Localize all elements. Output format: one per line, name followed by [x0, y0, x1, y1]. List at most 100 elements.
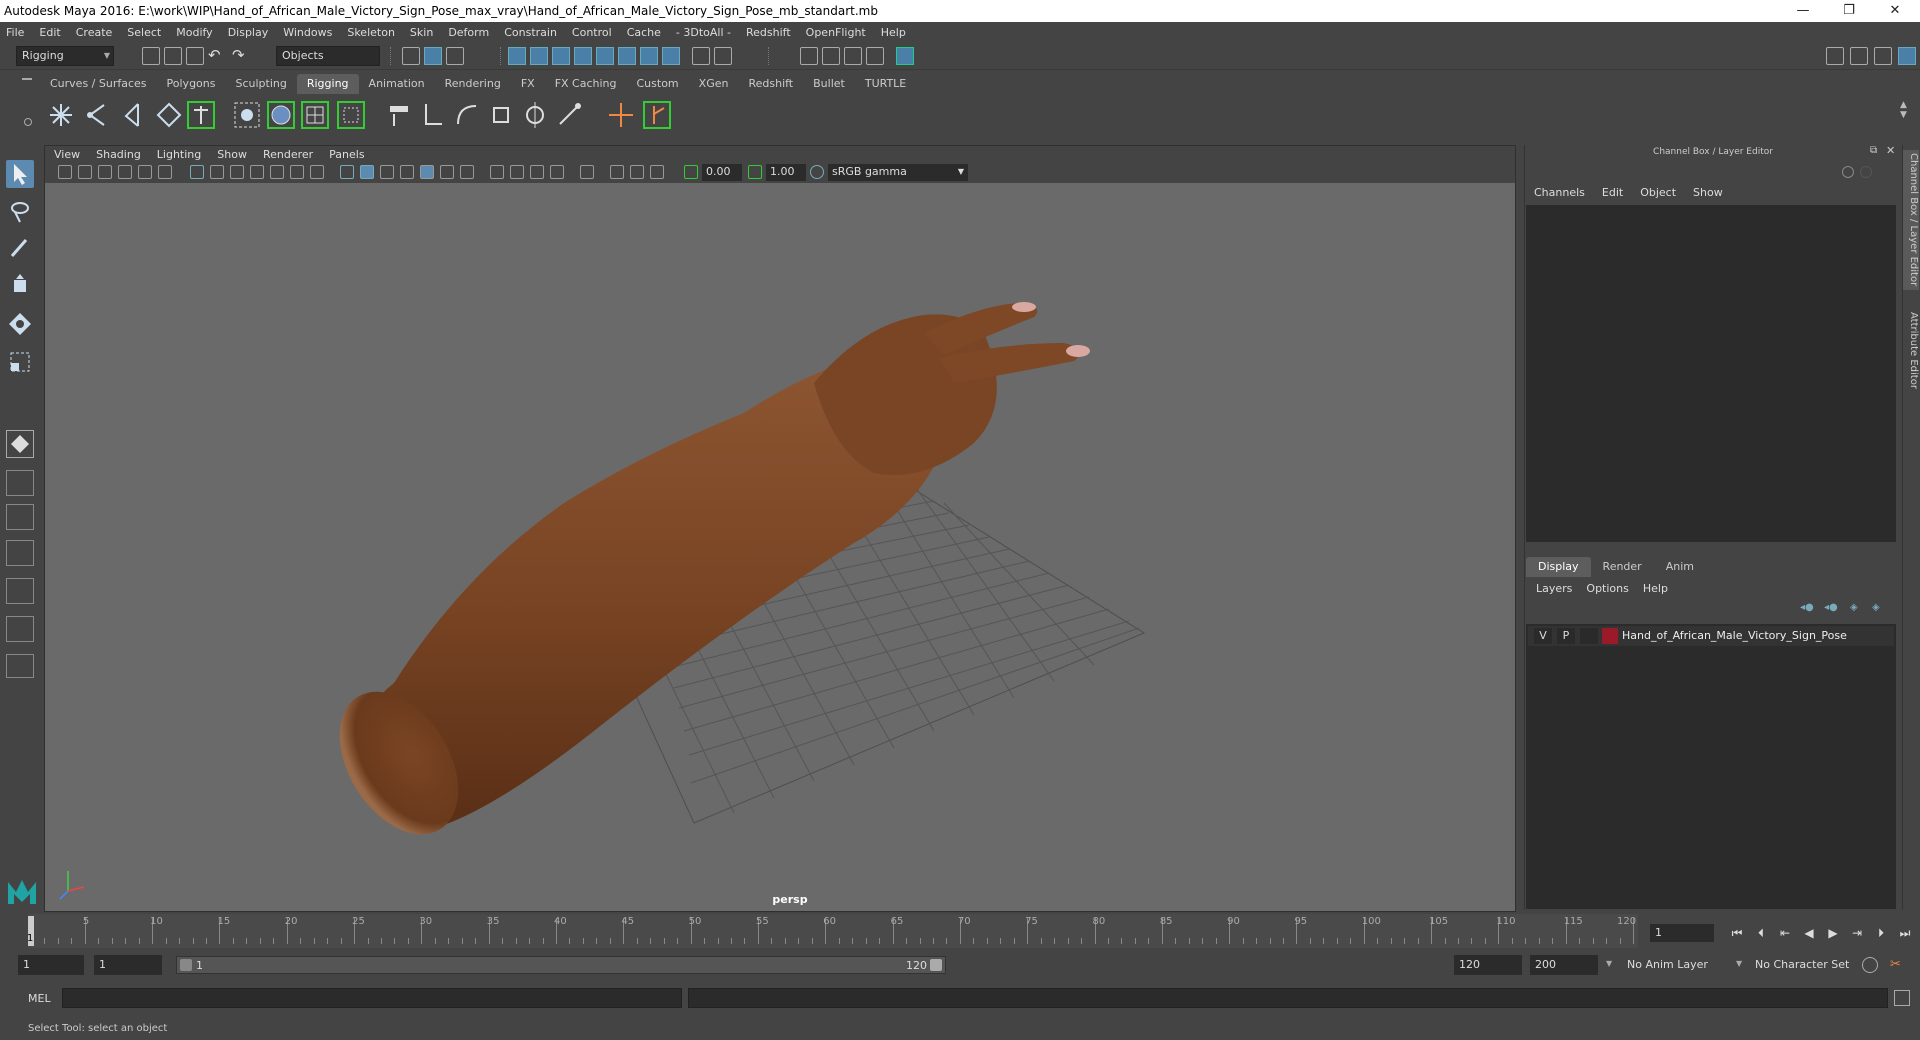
- xray-active-icon[interactable]: [630, 165, 644, 179]
- shelf-tab-rigging[interactable]: Rigging: [296, 74, 359, 94]
- shelf-tab-xgen[interactable]: XGen: [689, 74, 739, 94]
- shelf-tab-custom[interactable]: Custom: [627, 74, 689, 94]
- playback-start-field[interactable]: 1: [94, 955, 162, 975]
- perspective-viewport[interactable]: [44, 183, 1516, 911]
- motion-blur-icon[interactable]: [510, 165, 524, 179]
- menu-redshift[interactable]: Redshift: [746, 26, 791, 39]
- ik-spline-icon[interactable]: [118, 100, 148, 130]
- shadows-icon[interactable]: [440, 165, 454, 179]
- viewport-menu-view[interactable]: View: [54, 148, 80, 161]
- menu-deform[interactable]: Deform: [448, 26, 489, 39]
- pole-vector-icon[interactable]: [554, 100, 584, 130]
- single-perspective-layout-icon[interactable]: [6, 430, 34, 458]
- go-to-end-icon[interactable]: ⏭: [1896, 925, 1914, 941]
- snap-live-icon[interactable]: [618, 47, 636, 65]
- paint-weights-icon[interactable]: [266, 100, 296, 130]
- depth-of-field-icon[interactable]: [550, 165, 564, 179]
- custom-layout-icon[interactable]: [6, 654, 34, 678]
- panel-toggle-icon[interactable]: [1860, 166, 1872, 178]
- menu-select[interactable]: Select: [127, 26, 161, 39]
- menu-openflight[interactable]: OpenFlight: [806, 26, 866, 39]
- gamma-icon[interactable]: [748, 165, 762, 179]
- move-layer-up-icon[interactable]: ◂●: [1800, 602, 1814, 613]
- layers-menu[interactable]: Layers: [1536, 582, 1572, 595]
- menu-cache[interactable]: Cache: [627, 26, 661, 39]
- float-panel-icon[interactable]: ⧉: [1870, 145, 1877, 156]
- mirror-joint-icon[interactable]: [154, 100, 184, 130]
- select-tool-icon[interactable]: [6, 160, 34, 188]
- go-to-start-icon[interactable]: ⏮: [1728, 925, 1746, 941]
- channel-box-toggle-icon[interactable]: [1898, 47, 1916, 65]
- tab-display[interactable]: Display: [1526, 557, 1591, 577]
- two-d-pan-icon[interactable]: [138, 165, 152, 179]
- options-menu[interactable]: Options: [1586, 582, 1628, 595]
- paint-select-tool-icon[interactable]: [6, 234, 34, 262]
- script-editor-icon[interactable]: [1894, 990, 1910, 1006]
- layer-playback-toggle[interactable]: P: [1557, 628, 1575, 644]
- edit-menu[interactable]: Edit: [1602, 186, 1623, 199]
- new-scene-icon[interactable]: [142, 47, 160, 65]
- exposure-field[interactable]: 0.00: [702, 164, 742, 181]
- select-component-icon[interactable]: [446, 47, 464, 65]
- menu-file[interactable]: File: [6, 26, 24, 39]
- menu-constrain[interactable]: Constrain: [504, 26, 557, 39]
- attribute-editor-side-tab[interactable]: Attribute Editor: [1903, 300, 1919, 400]
- persp-uv-layout-icon[interactable]: [6, 578, 34, 604]
- scene-end-field[interactable]: 200: [1530, 955, 1598, 975]
- command-input[interactable]: [62, 988, 682, 1008]
- move-tool-icon[interactable]: [6, 272, 34, 300]
- shelf-tab-curves-surfaces[interactable]: Curves / Surfaces: [40, 74, 157, 94]
- lasso-tool-icon[interactable]: [6, 198, 34, 226]
- close-button[interactable]: ✕: [1872, 0, 1918, 22]
- close-panel-icon[interactable]: ✕: [1886, 144, 1895, 157]
- wireframe-icon[interactable]: [340, 165, 354, 179]
- shelf-tab-fx[interactable]: FX: [511, 74, 545, 94]
- aim-constraint-icon[interactable]: [520, 100, 550, 130]
- scale-constraint-icon[interactable]: [486, 100, 516, 130]
- joint-tool-icon[interactable]: [46, 100, 76, 130]
- shelf-tab-redshift[interactable]: Redshift: [738, 74, 803, 94]
- shelf-menu-icon[interactable]: [22, 78, 32, 80]
- shelf-tab-sculpting[interactable]: Sculpting: [225, 74, 296, 94]
- selection-mode-dropdown[interactable]: Objects: [276, 46, 380, 66]
- render-frame-icon[interactable]: [822, 47, 840, 65]
- backface-icon[interactable]: [650, 165, 664, 179]
- undo-icon[interactable]: ↶: [208, 46, 221, 64]
- shelf-tab-rendering[interactable]: Rendering: [435, 74, 511, 94]
- persp-outliner-layout-icon[interactable]: [6, 504, 34, 530]
- snap-grid-icon[interactable]: [508, 47, 526, 65]
- isolate-select-icon[interactable]: [580, 165, 594, 179]
- menu-display[interactable]: Display: [228, 26, 269, 39]
- safe-title-icon[interactable]: [310, 165, 324, 179]
- layer-visibility-toggle[interactable]: V: [1534, 628, 1552, 644]
- xray-joints-icon[interactable]: [610, 165, 624, 179]
- grease-pencil-icon[interactable]: [158, 165, 172, 179]
- step-back-frame-icon[interactable]: ⏴: [1752, 925, 1770, 941]
- range-start-handle[interactable]: [180, 959, 192, 971]
- restore-button[interactable]: ❐: [1826, 0, 1872, 22]
- menu-control[interactable]: Control: [572, 26, 612, 39]
- open-scene-icon[interactable]: [164, 47, 182, 65]
- outliner-persp-layout-icon[interactable]: [6, 616, 34, 642]
- range-slider[interactable]: [176, 956, 946, 974]
- layer-display-type-toggle[interactable]: [1580, 628, 1598, 644]
- layer-name[interactable]: Hand_of_African_Male_Victory_Sign_Pose: [1622, 629, 1847, 642]
- locator-icon[interactable]: [606, 100, 636, 130]
- snap-surface-icon[interactable]: [596, 47, 614, 65]
- playback-end-field[interactable]: 120: [1454, 955, 1522, 975]
- channels-menu[interactable]: Channels: [1534, 186, 1585, 199]
- viewport-menu-shading[interactable]: Shading: [96, 148, 141, 161]
- orient-constraint-icon[interactable]: [452, 100, 482, 130]
- hypershade-icon[interactable]: [896, 47, 914, 65]
- quick-rig-icon[interactable]: [186, 100, 216, 130]
- viewport-menu-panels[interactable]: Panels: [329, 148, 364, 161]
- lock-icon[interactable]: [692, 47, 710, 65]
- range-end-handle[interactable]: [930, 959, 942, 971]
- viewport-menu-lighting[interactable]: Lighting: [157, 148, 201, 161]
- panel-options-icon[interactable]: [1842, 166, 1854, 178]
- menu-create[interactable]: Create: [76, 26, 113, 39]
- hik-character-icon[interactable]: [642, 100, 672, 130]
- shelf-tab-bullet[interactable]: Bullet: [803, 74, 855, 94]
- persp-graph-layout-icon[interactable]: [6, 540, 34, 566]
- ipr-render-icon[interactable]: [844, 47, 862, 65]
